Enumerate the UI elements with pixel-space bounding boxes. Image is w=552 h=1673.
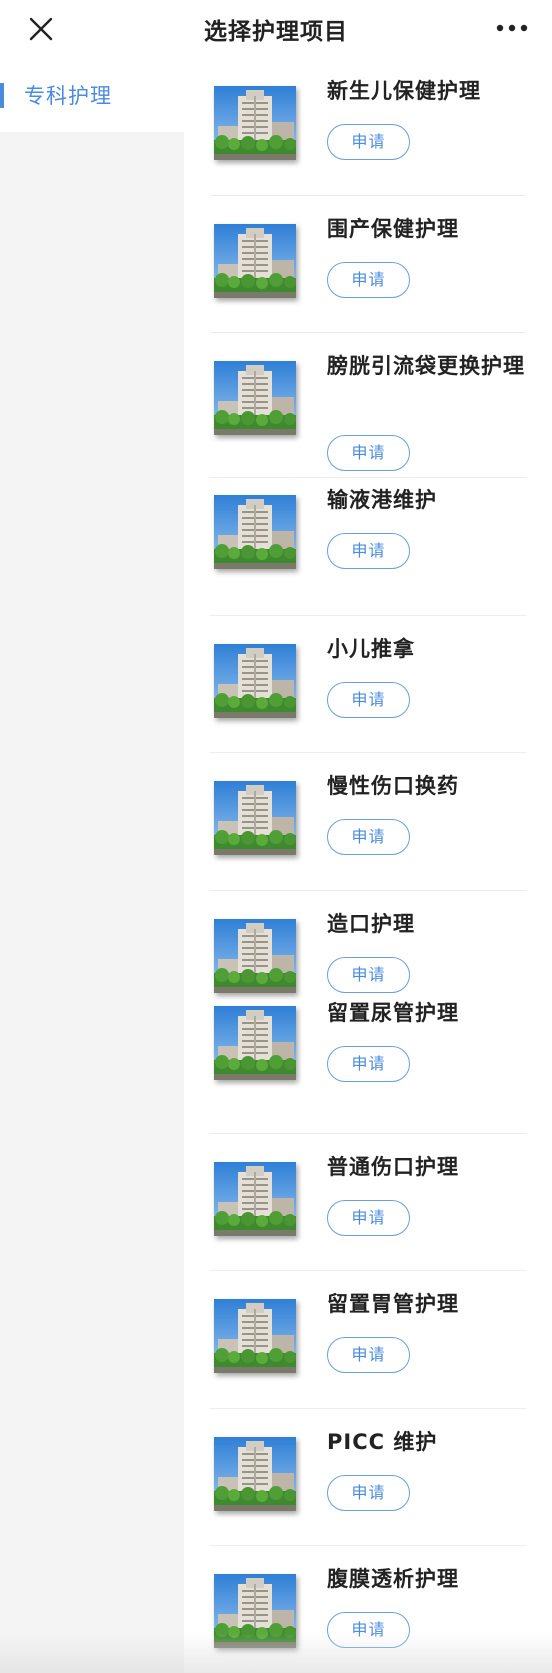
hospital-building-image: [214, 495, 296, 569]
apply-button[interactable]: 申请: [327, 1612, 410, 1648]
apply-button[interactable]: 申请: [327, 262, 410, 298]
apply-button[interactable]: 申请: [327, 957, 410, 993]
list-item[interactable]: 输液港维护 申请: [184, 478, 552, 616]
hospital-building-image: [214, 361, 296, 435]
hospital-building-image: [214, 644, 296, 718]
item-title: 新生儿保健护理: [327, 79, 481, 103]
apply-button[interactable]: 申请: [327, 819, 410, 855]
list-item[interactable]: PICC 维护申请: [184, 1409, 552, 1546]
hospital-building-image: [214, 919, 296, 993]
apply-button[interactable]: 申请: [327, 1046, 410, 1082]
top-bar: 选择护理项目: [0, 0, 552, 58]
list-item[interactable]: 留置胃管护理 申请: [184, 1271, 552, 1409]
apply-button[interactable]: 申请: [327, 124, 410, 160]
more-icon[interactable]: [494, 18, 530, 38]
hospital-building-image: [214, 1006, 296, 1080]
care-item-list[interactable]: 新生儿保健护理 申请 围产保健护理 申请 膀胱引流袋更换护理 申请 输液港维护 …: [184, 58, 552, 1673]
list-item[interactable]: 腹膜透析护理 申请: [184, 1546, 552, 1673]
item-title: 腹膜透析护理: [327, 1567, 459, 1591]
category-sidebar: 专科护理: [0, 58, 184, 1673]
apply-button[interactable]: 申请: [327, 533, 410, 569]
list-item[interactable]: 围产保健护理 申请: [184, 196, 552, 333]
item-title: PICC 维护: [327, 1430, 438, 1454]
item-title: 小儿推拿: [327, 637, 415, 661]
list-item[interactable]: 膀胱引流袋更换护理申请: [184, 333, 552, 478]
hospital-building-image: [214, 1299, 296, 1373]
item-title: 围产保健护理: [327, 217, 459, 241]
list-item[interactable]: 慢性伤口换药 申请: [184, 753, 552, 891]
apply-button[interactable]: 申请: [327, 1337, 410, 1373]
page-title: 选择护理项目: [204, 19, 348, 45]
hospital-building-image: [214, 781, 296, 855]
item-title: 输液港维护: [327, 488, 437, 512]
item-title: 留置尿管护理: [327, 1001, 459, 1025]
item-title: 慢性伤口换药: [327, 774, 459, 798]
list-item[interactable]: 造口护理 申请: [184, 891, 552, 996]
list-item[interactable]: 留置尿管护理 申请: [184, 996, 552, 1134]
sidebar-item-specialty-care[interactable]: 专科护理: [0, 58, 184, 132]
hospital-building-image: [214, 1162, 296, 1236]
hospital-building-image: [214, 1437, 296, 1511]
apply-button[interactable]: 申请: [327, 435, 410, 471]
list-item[interactable]: 新生儿保健护理 申请: [184, 58, 552, 196]
item-title: 造口护理: [327, 912, 415, 936]
item-title: 膀胱引流袋更换护理: [327, 354, 525, 378]
list-item[interactable]: 小儿推拿 申请: [184, 616, 552, 753]
sidebar-item-label: 专科护理: [24, 84, 112, 108]
hospital-building-image: [214, 86, 296, 160]
apply-button[interactable]: 申请: [327, 1200, 410, 1236]
active-indicator: [0, 83, 4, 108]
apply-button[interactable]: 申请: [327, 1475, 410, 1511]
item-title: 普通伤口护理: [327, 1155, 459, 1179]
hospital-building-image: [214, 224, 296, 298]
hospital-building-image: [214, 1574, 296, 1648]
item-title: 留置胃管护理: [327, 1292, 459, 1316]
apply-button[interactable]: 申请: [327, 682, 410, 718]
list-item[interactable]: 普通伤口护理 申请: [184, 1134, 552, 1271]
